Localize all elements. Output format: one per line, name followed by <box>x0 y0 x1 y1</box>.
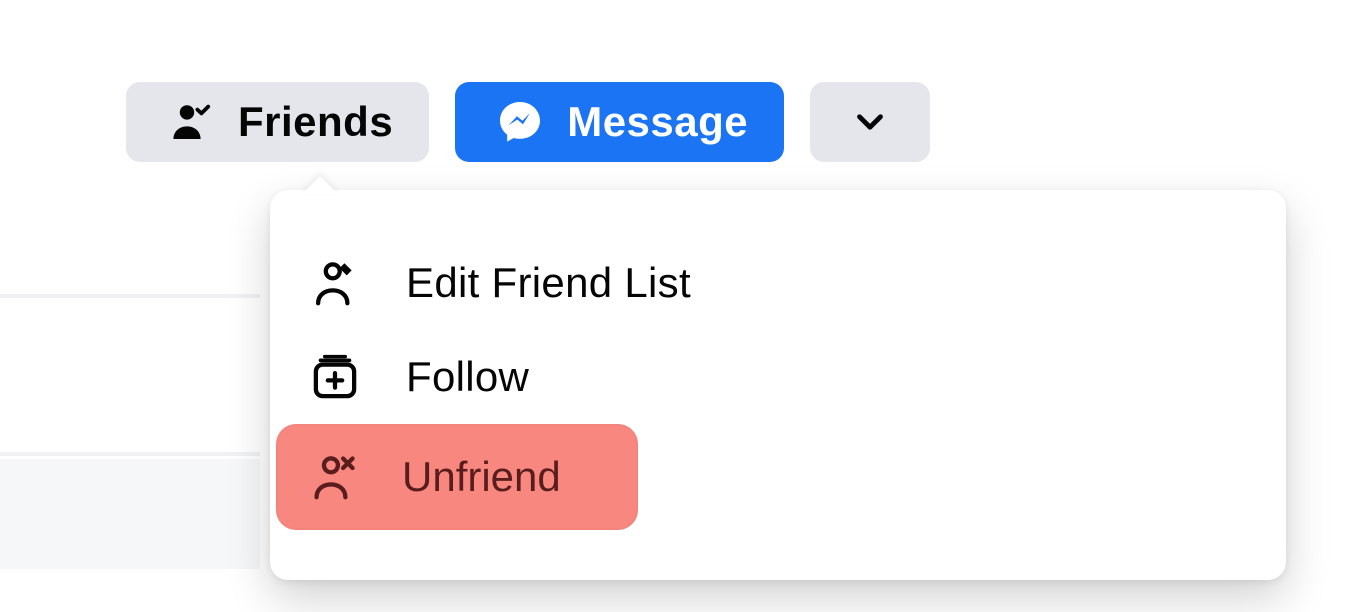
friends-button[interactable]: Friends <box>126 82 429 162</box>
menu-item-unfriend-wrap: Unfriend <box>270 424 1286 530</box>
menu-item-label: Edit Friend List <box>406 259 691 307</box>
action-button-row: Friends Message <box>126 82 930 162</box>
background-separator <box>0 294 260 298</box>
friends-button-label: Friends <box>238 98 393 146</box>
menu-item-label: Follow <box>406 353 529 401</box>
message-button[interactable]: Message <box>455 82 784 162</box>
more-actions-button[interactable] <box>810 82 930 162</box>
follow-icon <box>306 348 364 406</box>
menu-item-edit-friend-list[interactable]: Edit Friend List <box>270 236 1286 330</box>
unfriend-icon <box>306 448 364 506</box>
menu-item-follow[interactable]: Follow <box>270 330 1286 424</box>
chevron-down-icon <box>852 104 888 140</box>
profile-actions-area: Friends Message <box>0 0 1366 612</box>
edit-friend-list-icon <box>306 254 364 312</box>
message-button-label: Message <box>567 98 748 146</box>
menu-item-label: Unfriend <box>402 453 561 501</box>
menu-item-unfriend[interactable]: Unfriend <box>276 424 638 530</box>
background-panel <box>0 459 260 569</box>
background-separator <box>0 452 260 456</box>
friends-dropdown-menu: Edit Friend List Follow <box>270 190 1286 580</box>
friend-check-icon <box>162 93 220 151</box>
messenger-icon <box>491 93 549 151</box>
